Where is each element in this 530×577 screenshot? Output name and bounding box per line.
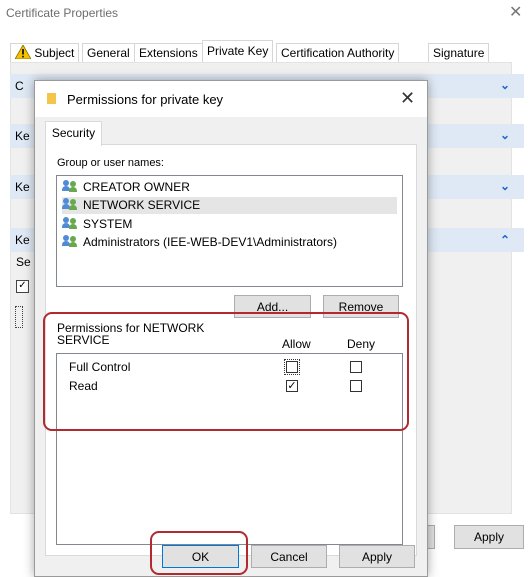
apply-button[interactable]: Apply [339,545,415,568]
focus-box [15,306,23,328]
apply-button-background[interactable]: Apply [454,525,524,549]
setting-label: Se [16,255,31,269]
dialog-title: Permissions for private key [67,92,224,107]
tab-private-key[interactable]: Private Key [202,40,274,64]
tab-subject[interactable]: Subject [10,43,80,63]
expander-label: Ke [15,233,30,247]
users-icon [62,235,79,247]
tab-bar: Subject General Extensions Private Key C… [10,40,510,64]
tab-security[interactable]: Security [45,121,102,146]
tab-certification-authority[interactable]: Certification Authority [276,43,400,63]
group-label: Group or user names: [57,157,164,169]
folder-icon [47,93,56,104]
users-icon [62,180,79,192]
tab-signature[interactable]: Signature [428,43,490,63]
warning-icon [15,45,31,59]
user-list[interactable]: CREATOR OWNER NETWORK SERVICE SYSTEM Adm… [56,175,403,287]
users-icon [62,198,79,210]
cancel-button[interactable]: Cancel [251,545,327,568]
expander-label: C [15,79,24,93]
list-item[interactable]: CREATOR OWNER [62,179,397,196]
ok-highlight [150,531,248,575]
window-title: Certificate Properties [6,6,119,20]
expander-label: Ke [15,129,30,143]
tab-subject-label: Subject [34,46,75,60]
dialog-title-bar: Permissions for private key ✕ [35,81,427,117]
chevron-down-icon[interactable]: ⌄ [500,128,510,142]
setting-checkbox[interactable]: ✓ [16,280,29,293]
expander-label: Ke [15,180,30,194]
tab-general[interactable]: General [82,43,135,63]
users-icon [62,217,79,229]
permissions-highlight [43,312,409,431]
chevron-up-icon[interactable]: ⌃ [500,233,510,247]
user-name: NETWORK SERVICE [83,198,201,212]
list-item[interactable]: SYSTEM [62,216,397,233]
tab-extensions[interactable]: Extensions [134,43,203,63]
user-name: CREATOR OWNER [83,180,190,194]
close-icon[interactable]: ✕ [400,88,415,109]
list-item[interactable]: Administrators (IEE-WEB-DEV1\Administrat… [62,234,397,251]
user-name: Administrators (IEE-WEB-DEV1\Administrat… [83,235,338,249]
user-name: SYSTEM [83,217,133,231]
close-icon[interactable]: ✕ [509,2,522,22]
chevron-down-icon[interactable]: ⌄ [500,179,510,193]
chevron-down-icon[interactable]: ⌄ [500,78,510,92]
list-item-selected[interactable]: NETWORK SERVICE [62,197,397,214]
